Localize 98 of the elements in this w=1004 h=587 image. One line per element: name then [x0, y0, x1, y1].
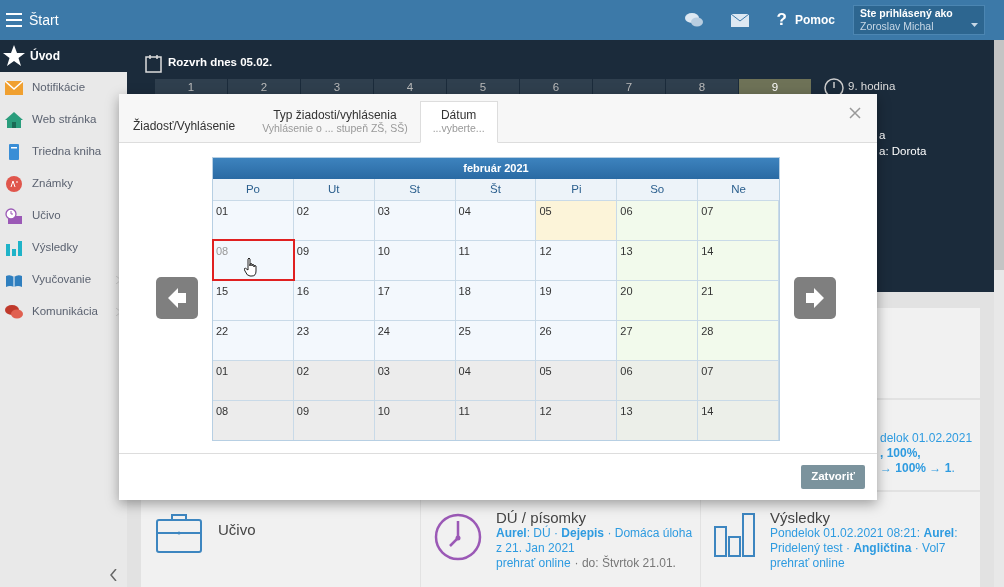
- lesson-info: a: [879, 128, 887, 144]
- mail-icon[interactable]: [730, 13, 749, 27]
- chevron-icon: [116, 276, 121, 284]
- calendar-day[interactable]: 15: [213, 280, 294, 320]
- dialog-tab[interactable]: Žiadosť/Vyhlásenie: [133, 101, 251, 142]
- lesson-info: a: Dorota: [879, 144, 927, 160]
- calendar-day[interactable]: 09: [293, 240, 375, 280]
- next-month-button[interactable]: [794, 277, 836, 319]
- weekday-header: Pi: [536, 179, 618, 200]
- calendar-day[interactable]: 12: [536, 240, 618, 280]
- calendar-day[interactable]: 19: [536, 280, 618, 320]
- schedule-title: Rozvrh dnes 05.02.: [168, 55, 273, 71]
- arrow-right-icon: [806, 288, 824, 308]
- calendar-day[interactable]: 11: [455, 240, 537, 280]
- house-icon: [5, 112, 23, 128]
- calendar-day[interactable]: 10: [374, 400, 456, 440]
- sidebar-item[interactable]: Notifikácie: [0, 72, 127, 104]
- caret-icon: [971, 23, 978, 27]
- calendar-day[interactable]: 16: [293, 280, 375, 320]
- menu-icon[interactable]: [6, 13, 22, 27]
- star-icon: [2, 44, 26, 68]
- collapse-icon[interactable]: [110, 569, 117, 581]
- card-text: , 100%,: [880, 446, 922, 461]
- calendar-day[interactable]: 09: [293, 400, 375, 440]
- chat-icon: [5, 304, 23, 320]
- weekday-header: Št: [455, 179, 537, 200]
- dialog-tab[interactable]: Typ žiadosti/vyhlásenia Vyhlásenie o ... stupeň ZŠ, SŠ): [250, 101, 420, 142]
- calendar-day[interactable]: 23: [293, 320, 375, 360]
- calendar-day[interactable]: 02: [293, 360, 375, 400]
- card-title: Výsledky: [770, 509, 832, 526]
- envelope-icon: [5, 80, 23, 96]
- card-text: delok 01.02.2021: [880, 431, 974, 446]
- user-box[interactable]: Ste prihlásený ako Zoroslav Michal: [853, 5, 985, 35]
- bar-chart-icon: [714, 513, 756, 557]
- sidebar-item[interactable]: Úvod: [0, 40, 127, 72]
- weekday-header: St: [374, 179, 456, 200]
- calendar-day[interactable]: 25: [455, 320, 537, 360]
- calendar-day[interactable]: 01: [213, 200, 294, 240]
- card-title: Učivo: [218, 521, 256, 538]
- hand-cursor-icon: [244, 257, 260, 277]
- close-icon: [849, 107, 861, 119]
- scrollbar[interactable]: [994, 40, 1004, 587]
- calendar-day[interactable]: 12: [536, 400, 618, 440]
- help-button[interactable]: ? Pomoc: [776, 7, 835, 33]
- previous-month-button[interactable]: [156, 277, 198, 319]
- calendar-day[interactable]: 07: [698, 200, 779, 240]
- calendar-day[interactable]: 13: [617, 400, 699, 440]
- calendar-day[interactable]: 05: [536, 200, 618, 240]
- calendar-day[interactable]: 22: [213, 320, 294, 360]
- chevron-icon: [116, 308, 121, 316]
- page-title: Štart: [29, 10, 59, 30]
- weekday-header: So: [617, 179, 699, 200]
- calendar-day[interactable]: 21: [698, 280, 779, 320]
- clock-screen-icon: [5, 208, 23, 224]
- calendar-day[interactable]: 04: [455, 360, 537, 400]
- dashboard-card[interactable]: Výsledky Pondelok 01.02.2021 08:21: Aurel: Pridelený test · Angličtina · Vol7 prehrať online: [701, 492, 980, 587]
- calendar-day[interactable]: 07: [698, 360, 779, 400]
- calendar-day[interactable]: 10: [374, 240, 456, 280]
- calendar-day[interactable]: 17: [374, 280, 456, 320]
- bar-chart-icon: [5, 240, 23, 256]
- calendar-day[interactable]: 05: [536, 360, 618, 400]
- calendar-day[interactable]: 06: [617, 200, 699, 240]
- grade-icon: [5, 176, 23, 192]
- calendar-day[interactable]: 01: [213, 360, 294, 400]
- calendar-day[interactable]: 08: [213, 400, 294, 440]
- weekday-header: Ut: [293, 179, 375, 200]
- calendar-month: február 2021: [213, 158, 779, 179]
- current-period: 9. hodina: [848, 79, 897, 94]
- dialog-tab[interactable]: Dátum ...vyberte...: [419, 101, 498, 143]
- calendar-day[interactable]: 27: [617, 320, 699, 360]
- card-text: → 100% → 1.: [880, 461, 956, 476]
- calendar-day[interactable]: 14: [698, 400, 779, 440]
- calendar-day[interactable]: 04: [455, 200, 537, 240]
- calendar-day[interactable]: 28: [698, 320, 779, 360]
- calendar-day[interactable]: 20: [617, 280, 699, 320]
- calendar-day[interactable]: 03: [374, 200, 456, 240]
- calendar-day[interactable]: 06: [617, 360, 699, 400]
- calendar-day[interactable]: 18: [455, 280, 537, 320]
- weekday-header: Ne: [698, 179, 779, 200]
- calendar-day[interactable]: 02: [293, 200, 375, 240]
- chat-icon[interactable]: [684, 12, 703, 28]
- calendar-day[interactable]: 03: [374, 360, 456, 400]
- calendar-day[interactable]: 24: [374, 320, 456, 360]
- calendar-day[interactable]: 14: [698, 240, 779, 280]
- card-title: DÚ / písomky: [496, 509, 587, 526]
- user-name: Zoroslav Michal: [860, 20, 934, 33]
- calendar-day[interactable]: 13: [617, 240, 699, 280]
- weekday-header: Po: [213, 179, 294, 200]
- user-label: Ste prihlásený ako: [860, 6, 954, 20]
- due-date: · do: Štvrtok 21.01.: [574, 556, 676, 571]
- clock-icon: [434, 513, 482, 561]
- close-button[interactable]: [849, 106, 863, 120]
- calendar-icon: [145, 53, 162, 73]
- calendar-day[interactable]: 11: [455, 400, 537, 440]
- book-icon: [5, 272, 23, 288]
- calendar-day[interactable]: 26: [536, 320, 618, 360]
- briefcase-icon: [156, 513, 202, 553]
- arrow-left-icon: [168, 288, 186, 308]
